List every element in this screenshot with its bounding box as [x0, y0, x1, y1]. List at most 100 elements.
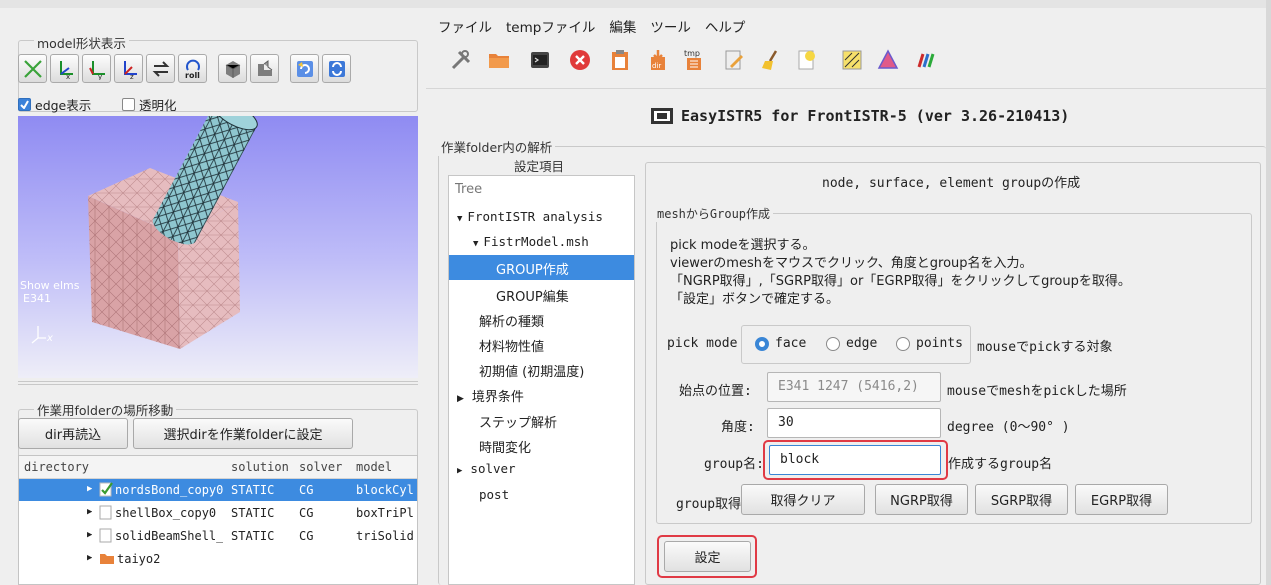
note-icon[interactable] — [795, 48, 819, 72]
dir-name: taiyo2 — [117, 552, 161, 566]
app-title-text: EasyISTR5 for FrontISTR-5 (ver 3.26-2104… — [681, 107, 1070, 125]
set-work-folder-button[interactable]: 選択dirを作業folderに設定 — [133, 418, 353, 449]
folder-icon[interactable] — [487, 48, 511, 72]
reload-view-button[interactable] — [290, 54, 319, 83]
pick-face-radio[interactable]: face — [755, 336, 806, 351]
table-row[interactable]: ▶ solidBeamShell_ STATIC CG triSolid — [19, 525, 417, 547]
menu-edit[interactable]: 編集 — [609, 16, 636, 36]
col-solution: solution — [231, 460, 289, 474]
swap-view-button[interactable] — [146, 54, 175, 83]
panel-splitter[interactable] — [18, 381, 418, 385]
refresh-view-button[interactable] — [322, 54, 351, 83]
svg-text:z: z — [130, 73, 134, 80]
menu-temp-file[interactable]: tempファイル — [506, 16, 595, 36]
dir-solution: STATIC — [231, 483, 275, 497]
tools-icon[interactable] — [449, 48, 473, 72]
tree-item-label: 初期値 (初期温度) — [479, 365, 585, 380]
transparent-checkbox[interactable]: 透明化 — [122, 95, 177, 114]
sgrp-get-button[interactable]: SGRP取得 — [975, 484, 1068, 515]
angle-label: 角度: — [721, 420, 755, 435]
tree-item-label: ステップ解析 — [479, 416, 558, 431]
roll-view-button[interactable]: roll — [178, 54, 207, 83]
film-icon — [651, 108, 673, 124]
tree-item-material[interactable]: 材料物性値 — [479, 336, 544, 355]
checkbox-unchecked-icon — [122, 98, 135, 111]
solid-view-button[interactable] — [218, 54, 247, 83]
instruction-line-2: viewerのmeshをマウスでクリック、角度とgroup名を入力。 — [670, 256, 1033, 271]
table-row[interactable]: ▶ taiyo2 — [19, 548, 417, 570]
pick-points-radio[interactable]: points — [896, 336, 963, 351]
menu-tools[interactable]: ツール — [650, 16, 691, 36]
tree-item-group-edit[interactable]: GROUP編集 — [496, 286, 569, 305]
tree-item-solver[interactable]: ▶ solver — [457, 461, 516, 476]
table-row[interactable]: ▶ shellBox_copy0 STATIC CG boxTriPl — [19, 502, 417, 524]
instruction-line-1: pick modeを選択する。 — [670, 238, 816, 253]
z-axis-view-button[interactable]: z — [114, 54, 143, 83]
svg-text:x: x — [46, 333, 53, 344]
dir-icon[interactable]: dir — [646, 48, 670, 72]
dir-reload-button[interactable]: dir再読込 — [18, 418, 128, 449]
axis-y-alt-icon: y — [88, 60, 105, 80]
edge-display-checkbox[interactable]: edge表示 — [18, 95, 91, 114]
instruction-line-3: 「NGRP取得」,「SGRP取得」or「EGRP取得」をクリックしてgroupを… — [670, 274, 1131, 289]
tree-item-analysis-type[interactable]: 解析の種類 — [479, 311, 544, 330]
viewer-overlay-line2: E341 — [23, 292, 51, 305]
broom-icon[interactable] — [759, 48, 783, 72]
y-axis-view-alt-button[interactable]: y — [82, 54, 111, 83]
radio-off-icon — [896, 336, 910, 351]
terminal-icon[interactable] — [528, 48, 552, 72]
tree-item-group-create[interactable]: GROUP作成 — [496, 259, 569, 278]
start-position-field[interactable]: E341 1247 (5416,2) — [767, 372, 941, 402]
tree-item-label: 材料物性値 — [479, 340, 545, 355]
edit-icon[interactable] — [722, 48, 746, 72]
tree-item-label: 解析の種類 — [479, 315, 545, 330]
pick-face-label: face — [775, 336, 807, 351]
pick-edge-radio[interactable]: edge — [826, 336, 877, 351]
mesh-icon[interactable] — [840, 48, 864, 72]
dir-model: triSolid — [356, 529, 414, 543]
group-get-label: group取得 — [676, 497, 742, 512]
tree-item-initial-value[interactable]: 初期値 (初期温度) — [479, 361, 584, 380]
tree-item-boundary[interactable]: ▶ 境界条件 — [457, 386, 524, 405]
dir-name: nordsBond_copy0 — [115, 483, 224, 497]
viewer-overlay-text: Show elms E341 — [20, 279, 79, 305]
instruction-line-4: 「設定」ボタンで確定する。 — [670, 292, 840, 307]
group-name-label: group名: — [704, 457, 764, 472]
x-axis-view-button[interactable] — [18, 54, 47, 83]
model-viewer[interactable]: Show elms E341 x — [18, 116, 418, 378]
expand-arrow-icon: ▶ — [87, 553, 93, 563]
tree-item-time[interactable]: 時間変化 — [479, 437, 531, 456]
angle-field[interactable]: 30 — [767, 408, 941, 438]
tree-item-fistr-model[interactable]: ▼ FistrModel.msh — [473, 234, 589, 249]
paste-icon[interactable] — [608, 48, 632, 72]
roll-icon: roll — [185, 59, 200, 80]
wire-view-button[interactable] — [250, 54, 279, 83]
dir-solution: STATIC — [231, 529, 275, 543]
expand-right-icon: ▶ — [457, 394, 464, 404]
menu-file[interactable]: ファイル — [438, 16, 492, 36]
menu-help[interactable]: ヘルプ — [705, 16, 746, 36]
close-icon[interactable] — [568, 48, 592, 72]
ngrp-get-button[interactable]: NGRP取得 — [875, 484, 968, 515]
y-axis-view-button[interactable]: x — [50, 54, 79, 83]
expand-right-icon: ▶ — [457, 466, 463, 476]
table-row[interactable]: ▶ nordsBond_copy0 STATIC CG blockCyl — [19, 479, 417, 501]
set-button-highlight — [657, 535, 757, 578]
egrp-get-button[interactable]: EGRP取得 — [1075, 484, 1168, 515]
model-view-legend: model形状表示 — [34, 33, 129, 52]
shape-icon[interactable] — [876, 48, 900, 72]
color-icon[interactable] — [914, 48, 938, 72]
mesh-group-legend: meshからGroup作成 — [654, 205, 774, 222]
tree-item-label: GROUP作成 — [496, 263, 569, 278]
angle-hint: degree (0〜90° ) — [947, 420, 1070, 435]
start-position-hint: mouseでmeshをpickした場所 — [947, 384, 1127, 399]
pick-mode-label: pick mode — [667, 336, 738, 351]
tmp-icon[interactable]: tmp — [682, 48, 706, 72]
tree-item-frontistr-analysis[interactable]: ▼ FrontISTR analysis — [457, 209, 603, 224]
axis-z-icon: z — [123, 60, 137, 80]
app-title: EasyISTR5 for FrontISTR-5 (ver 3.26-2104… — [651, 104, 1069, 128]
tree-item-label: FistrModel.msh — [483, 234, 589, 249]
clear-get-button[interactable]: 取得クリア — [741, 484, 865, 515]
tree-item-post[interactable]: post — [479, 487, 509, 502]
tree-item-step[interactable]: ステップ解析 — [479, 412, 557, 431]
